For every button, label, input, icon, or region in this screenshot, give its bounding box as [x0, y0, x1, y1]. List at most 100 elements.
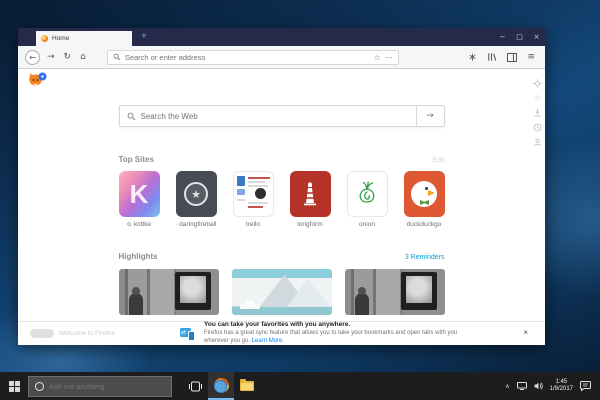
- site-label: duckduckgo: [407, 221, 442, 228]
- maximize-button[interactable]: □: [511, 33, 528, 41]
- topsite-kottke[interactable]: K kottke: [119, 171, 160, 228]
- forward-button[interactable]: →: [47, 52, 55, 62]
- topsite-longform[interactable]: longform: [290, 171, 331, 228]
- sync-snippet-bar: Welcome to Firefox ⇄ You can take your f…: [18, 321, 545, 345]
- search-icon: [113, 53, 121, 61]
- close-button[interactable]: ×: [528, 33, 545, 41]
- snippet-close-icon[interactable]: ×: [523, 329, 528, 337]
- highlight-card[interactable]: [119, 269, 219, 315]
- url-input[interactable]: [125, 53, 370, 62]
- daringfireball-tile-icon: ★: [176, 171, 217, 217]
- welcome-pill: [30, 329, 54, 338]
- duckduckgo-duck-icon: [404, 171, 445, 217]
- site-label: trello: [246, 221, 260, 228]
- file-explorer-button[interactable]: [234, 372, 260, 400]
- sidebar-icon[interactable]: [507, 53, 517, 62]
- back-button[interactable]: ←: [25, 50, 40, 65]
- onion-tile-icon: [347, 171, 388, 217]
- url-bar[interactable]: ☆ ⋯: [107, 50, 399, 65]
- trello-tile-thumbnail: [233, 171, 274, 217]
- site-label: onion: [359, 221, 375, 228]
- highlights-row: [119, 269, 445, 315]
- firefox-favicon-icon: [41, 35, 48, 42]
- topsite-duckduckgo[interactable]: duckduckgo: [404, 171, 445, 228]
- edit-topsites-link[interactable]: Edit: [432, 157, 444, 164]
- system-tray: ∧ 1:45 1/9/2017: [505, 379, 600, 394]
- toolbar-buttons: ≡: [468, 52, 535, 62]
- newtab-page: ☆: [18, 69, 545, 345]
- clock-date: 1/9/2017: [550, 386, 573, 394]
- firefox-icon: [214, 378, 229, 393]
- new-tab-button[interactable]: +: [141, 31, 147, 42]
- longform-lighthouse-icon: [290, 171, 331, 217]
- account-icon[interactable]: [533, 138, 542, 147]
- site-label: daringfireball: [179, 221, 216, 228]
- tab-bar: Home + − □ ×: [18, 28, 545, 46]
- clock-time: 1:45: [550, 379, 573, 387]
- history-clock-icon[interactable]: [533, 123, 542, 132]
- page-actions-icon[interactable]: ⋯: [385, 53, 393, 62]
- web-search-field[interactable]: [120, 106, 416, 126]
- task-view-icon: [189, 381, 202, 392]
- topsite-trello[interactable]: trello: [233, 171, 274, 228]
- tab-title: Home: [52, 35, 69, 42]
- top-sites-header: Top Sites Edit: [119, 155, 445, 164]
- onboarding-icon-rail: ☆: [533, 79, 542, 147]
- menu-icon[interactable]: ≡: [527, 52, 535, 62]
- web-search-bar[interactable]: →: [119, 105, 445, 127]
- volume-icon[interactable]: [534, 382, 543, 390]
- tray-expand-icon[interactable]: ∧: [505, 383, 509, 390]
- desktop: Home + − □ × ← → ↻ ⌂ ☆ ⋯: [0, 0, 600, 400]
- firefox-window: Home + − □ × ← → ↻ ⌂ ☆ ⋯: [18, 28, 545, 345]
- topsite-onion[interactable]: onion: [347, 171, 388, 228]
- search-submit-button[interactable]: →: [416, 106, 444, 126]
- top-sites-title: Top Sites: [119, 155, 154, 164]
- bookmark-star-icon[interactable]: ☆: [374, 53, 381, 62]
- highlights-title: Highlights: [119, 252, 158, 261]
- settings-gear-icon[interactable]: [533, 79, 542, 88]
- task-view-button[interactable]: [182, 372, 208, 400]
- highlights-header: Highlights 3 Reminders: [119, 252, 445, 261]
- action-center-icon[interactable]: [580, 381, 591, 391]
- highlight-card[interactable]: [232, 269, 332, 315]
- library-icon[interactable]: [487, 52, 497, 62]
- reminders-link[interactable]: 3 Reminders: [405, 254, 445, 261]
- pinned-site-icon: [127, 222, 132, 227]
- reload-button[interactable]: ↻: [64, 52, 72, 62]
- welcome-toast: Welcome to Firefox: [30, 329, 115, 338]
- snippet-title: You can take your favorites with you any…: [204, 321, 479, 329]
- navigation-toolbar: ← → ↻ ⌂ ☆ ⋯: [18, 46, 545, 69]
- site-label: kottke: [134, 221, 151, 228]
- window-controls: − □ ×: [494, 28, 545, 46]
- web-search-input[interactable]: [141, 112, 409, 121]
- firefox-taskbar-button[interactable]: [208, 372, 234, 400]
- topsite-daringfireball[interactable]: ★ daringfireball: [176, 171, 217, 228]
- highlight-card[interactable]: [345, 269, 445, 315]
- sync-devices-icon: ⇄: [180, 327, 197, 341]
- taskbar-search-input[interactable]: [49, 382, 165, 391]
- firefox-onboarding-fox-icon[interactable]: [28, 72, 48, 88]
- windows-logo-icon: [9, 381, 20, 392]
- minimize-button[interactable]: −: [494, 33, 511, 41]
- kottke-tile-icon: K: [119, 171, 160, 217]
- download-icon[interactable]: [533, 108, 542, 117]
- windows-taskbar: ∧ 1:45 1/9/2017: [0, 372, 600, 400]
- cortana-search-box[interactable]: [28, 376, 172, 397]
- welcome-label: Welcome to Firefox: [59, 330, 115, 337]
- search-icon: [127, 112, 136, 121]
- top-sites-grid: K kottke ★: [119, 171, 445, 228]
- cortana-icon: [35, 382, 44, 391]
- site-label: longform: [297, 221, 322, 228]
- extension-icon[interactable]: [468, 52, 477, 62]
- pinned-site-icon: [176, 222, 178, 227]
- network-icon[interactable]: [517, 382, 527, 390]
- snippet-body: Firefox has a great sync feature that al…: [204, 330, 457, 344]
- learn-more-link[interactable]: Learn More.: [252, 338, 284, 344]
- activity-stream: → Top Sites Edit K: [119, 105, 445, 315]
- home-button[interactable]: ⌂: [80, 52, 86, 62]
- tab-home[interactable]: Home: [36, 31, 132, 46]
- taskbar-clock[interactable]: 1:45 1/9/2017: [550, 379, 573, 394]
- bookmark-star-icon[interactable]: ☆: [534, 94, 541, 102]
- file-explorer-icon: [240, 381, 254, 391]
- start-button[interactable]: [0, 381, 28, 392]
